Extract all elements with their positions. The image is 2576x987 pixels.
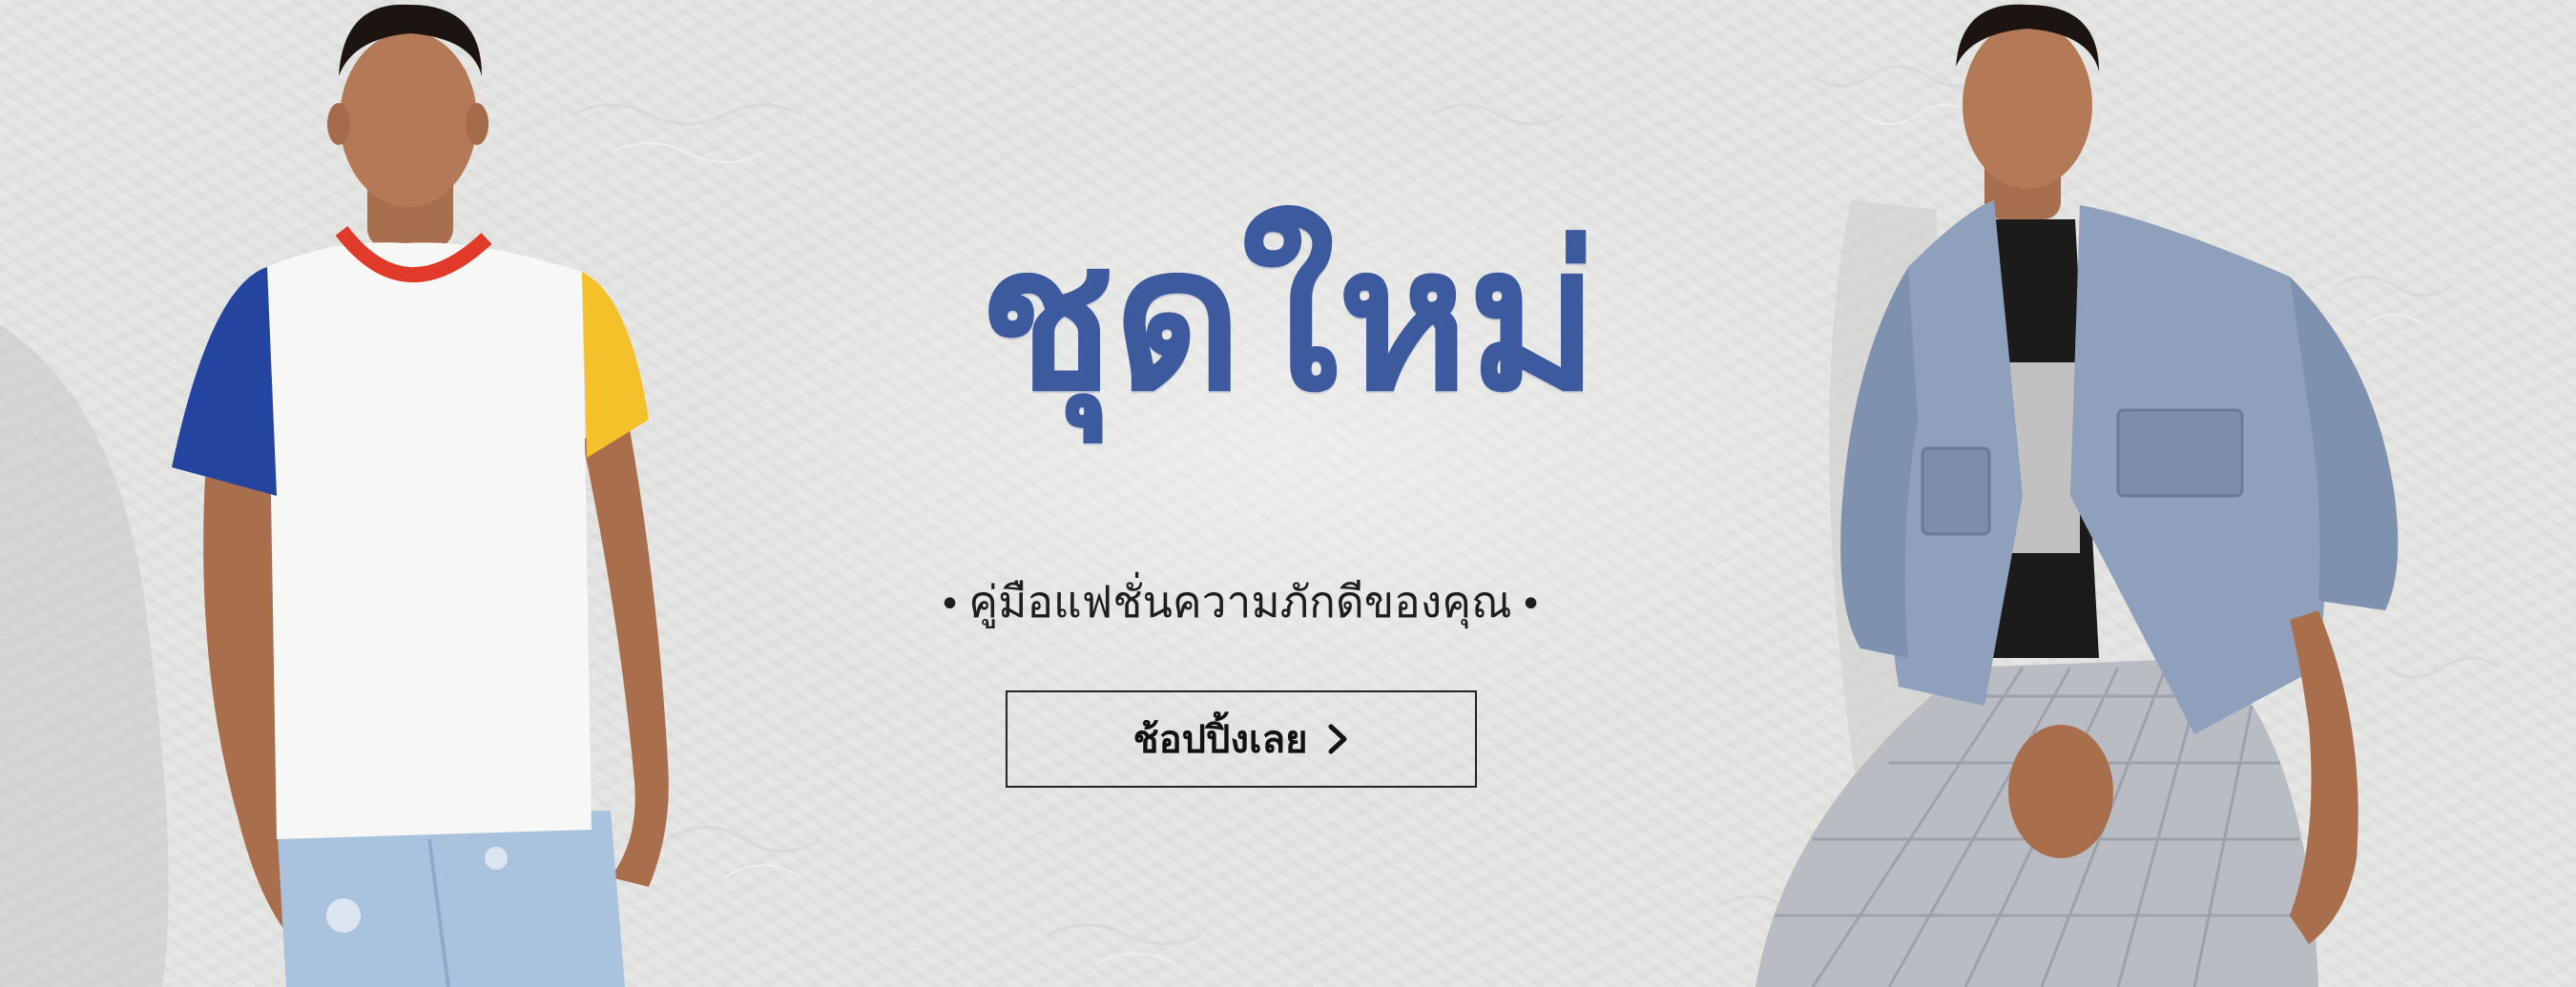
tagline-bullet-right: • <box>1519 583 1543 627</box>
shop-now-label: ช้อปปิ้งเลย <box>1132 718 1308 762</box>
model-right-image <box>1755 4 2399 987</box>
tagline-text: คู่มือแฟชั่นความภักดีของคุณ <box>968 576 1512 627</box>
shop-now-button[interactable]: ช้อปปิ้งเลย <box>1006 690 1477 788</box>
hero-banner[interactable]: ชุดใหม่ • คู่มือแฟชั่นความภักดีของคุณ • ช้… <box>0 0 2576 987</box>
chevron-right-icon <box>1328 724 1347 754</box>
headline: ชุดใหม่ <box>978 202 1599 436</box>
tagline: • คู่มือแฟชั่นความภักดีของคุณ • <box>859 567 1622 637</box>
tagline-bullet-left: • <box>938 583 962 627</box>
model-left-image <box>0 4 669 987</box>
